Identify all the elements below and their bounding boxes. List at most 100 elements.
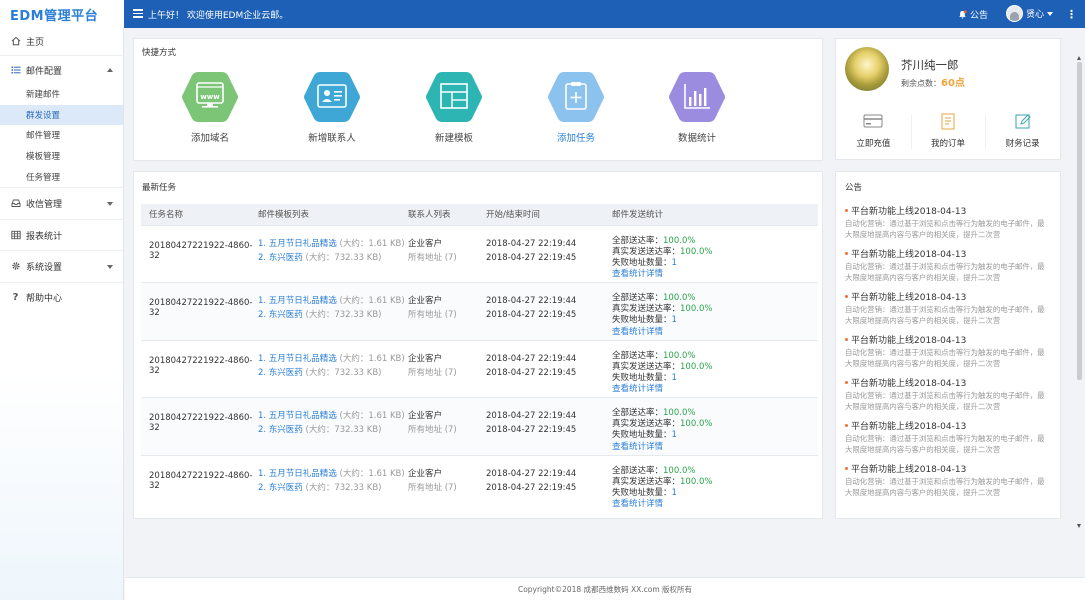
sidebar-item-receive[interactable]: 收信管理 (0, 188, 123, 220)
bar-chart-icon (668, 70, 726, 124)
column-header: 联系人列表 (408, 204, 486, 225)
announcement-item[interactable]: 平台新功能上线2018-04-13 自动化营销：通过基于浏览和点击等行为触发的电子… (845, 290, 1055, 327)
sidebar-item-home[interactable]: 主页 (0, 28, 123, 56)
template-link[interactable]: 1. 五月节日礼品精选 (258, 296, 337, 306)
my-orders-button[interactable]: 我的订单 (910, 109, 986, 154)
stat-value: 100.0% (680, 419, 713, 430)
template-link[interactable]: 2. 东兴医药 (258, 483, 303, 493)
task-name: 20180427221922-4860-32 (141, 224, 258, 283)
sidebar-item-mail-config[interactable]: 邮件配置 (0, 56, 123, 84)
template-link[interactable]: 2. 东兴医药 (258, 368, 303, 378)
stat-label: 真实发送送达率： (612, 476, 681, 487)
shortcut-label: 数据统计 (677, 133, 716, 144)
table-row: 20180427221922-4860-32 1. 五月节日礼品精选 (大约：1.… (141, 282, 818, 340)
sidebar-item-label: 系统设置 (26, 263, 63, 273)
menu-toggle-icon[interactable] (133, 9, 143, 18)
points-label: 剩余点数： (901, 79, 941, 88)
shortcut-new-template[interactable]: 新建模板 (414, 70, 494, 144)
announcement-item[interactable]: 平台新功能上线2018-04-13 自动化营销：通过基于浏览和点击等行为触发的电子… (845, 333, 1055, 370)
announcements-card: 公告 平台新功能上线2018-04-13 自动化营销：通过基于浏览和点击等行为触发… (835, 171, 1061, 519)
stat-value: 1 (671, 430, 677, 441)
sidebar-sub-mail-manage[interactable]: 邮件管理 (0, 125, 123, 146)
end-time: 2018-04-27 22:19:45 (486, 482, 577, 493)
stat-value: 100.0% (663, 235, 696, 246)
announcement-title: 平台新功能上线2018-04-13 (851, 250, 967, 260)
template-link[interactable]: 1. 五月节日礼品精选 (258, 411, 337, 421)
view-details-link[interactable]: 查看统计详情 (612, 442, 663, 452)
announcement-item[interactable]: 平台新功能上线2018-04-13 自动化营销：通过基于浏览和点击等行为触发的电子… (845, 376, 1055, 413)
template-size: (大约：1.61 KB) (339, 296, 405, 306)
template-size: (大约：732.33 KB) (305, 367, 382, 378)
view-details-link[interactable]: 查看统计详情 (612, 327, 663, 337)
template-list: 1. 五月节日礼品精选 (大约：1.61 KB) 2. 东兴医药 (大约：732.… (258, 339, 408, 398)
contact-group: 企业客户 (408, 353, 443, 364)
sidebar-sub-bulk-settings[interactable]: 群发设置 (0, 104, 123, 125)
task-name: 20180427221922-4860-32 (141, 282, 258, 340)
view-details-link[interactable]: 查看统计详情 (612, 499, 663, 509)
contact-list: 企业客户 所有地址 (7) (408, 282, 486, 340)
start-time: 2018-04-27 22:19:44 (486, 238, 577, 249)
sidebar-item-reports[interactable]: 报表统计 (0, 220, 123, 251)
tasks-table: 任务名称 邮件模板列表 联系人列表 开始/结束时间 邮件发送统计 2018042… (141, 204, 818, 513)
announcement-item[interactable]: 平台新功能上线2018-04-13 自动化营销：通过基于浏览和点击等行为触发的电子… (845, 247, 1055, 284)
logo[interactable]: EDM管理平台 (0, 0, 124, 28)
template-size: (大约：1.61 KB) (339, 238, 405, 249)
view-details-link[interactable]: 查看统计详情 (612, 269, 663, 279)
user-menu[interactable]: 贤心 (1006, 5, 1054, 22)
template-size: (大约：732.33 KB) (305, 425, 382, 435)
template-link[interactable]: 1. 五月节日礼品精选 (258, 239, 337, 249)
template-link[interactable]: 1. 五月节日礼品精选 (258, 354, 337, 364)
template-link[interactable]: 1. 五月节日礼品精选 (258, 469, 337, 479)
shortcut-add-contact[interactable]: 新增联系人 (292, 70, 372, 144)
task-name: 20180427221922-4860-32 (141, 339, 258, 398)
contact-count: 所有地址 (7) (408, 482, 457, 493)
task-name: 20180427221922-4860-32 (141, 454, 258, 513)
card-icon (863, 114, 883, 128)
sidebar-sub-task-manage[interactable]: 任务管理 (0, 166, 123, 188)
bullet-icon (845, 252, 848, 255)
bullet-icon (845, 209, 848, 212)
template-link[interactable]: 2. 东兴医药 (258, 425, 303, 435)
view-details-link[interactable]: 查看统计详情 (612, 384, 663, 394)
sidebar-item-label: 主页 (26, 38, 45, 48)
announcement-item[interactable]: 平台新功能上线2018-04-13 自动化营销：通过基于浏览和点击等行为触发的电子… (845, 204, 1055, 241)
points-value: 60点 (941, 78, 965, 89)
shortcut-add-task[interactable]: 添加任务 (536, 70, 616, 144)
contact-list: 企业客户 所有地址 (7) (408, 339, 486, 398)
footer: Copyright©2018 成都西维数码 XX.com 版权所有 (125, 577, 1085, 600)
scrollbar-thumb[interactable] (1077, 62, 1082, 380)
stat-value: 100.0% (663, 408, 696, 418)
stat-label: 失败地址数量： (612, 257, 672, 268)
stat-value: 1 (671, 257, 677, 268)
shortcuts-card: 快捷方式 www 添加域名 新增联系人 新建模板 添加任务 数据统计 (133, 38, 823, 161)
send-stats: 全部送达率：100.0% 真实发送送达率：100.0% 失败地址数量：1 查看统计详情 (612, 339, 818, 398)
shortcut-data-stats[interactable]: 数据统计 (657, 70, 737, 144)
finance-records-button[interactable]: 财务记录 (985, 109, 1060, 154)
more-icon[interactable]: ⋮ (1066, 8, 1077, 21)
stat-label: 失败地址数量： (612, 372, 672, 383)
template-size: (大约：732.33 KB) (305, 310, 382, 320)
action-label: 立即充值 (856, 139, 891, 149)
announcement-item[interactable]: 平台新功能上线2018-04-13 自动化营销：通过基于浏览和点击等行为触发的电子… (845, 419, 1055, 456)
sidebar-sub-template-manage[interactable]: 模板管理 (0, 146, 123, 167)
bell-icon (959, 10, 967, 19)
contact-card-icon (303, 70, 361, 124)
help-icon: ? (12, 292, 19, 303)
shortcut-add-domain[interactable]: www 添加域名 (170, 70, 250, 144)
announcement-item[interactable]: 平台新功能上线2018-04-13 自动化营销：通过基于浏览和点击等行为触发的电子… (845, 462, 1055, 499)
start-time: 2018-04-27 22:19:44 (486, 411, 577, 421)
sidebar-sub-new-mail[interactable]: 新建邮件 (0, 84, 123, 105)
contact-list: 企业客户 所有地址 (7) (408, 454, 486, 513)
sidebar-item-settings[interactable]: 系统设置 (0, 251, 123, 283)
send-stats: 全部送达率：100.0% 真实发送送达率：100.0% 失败地址数量：1 查看统计详情 (612, 454, 818, 513)
announcement-title: 平台新功能上线2018-04-13 (851, 207, 967, 217)
recharge-button[interactable]: 立即充值 (836, 109, 911, 154)
bullet-icon (845, 295, 848, 298)
template-size: (大约：1.61 KB) (339, 353, 405, 364)
bullet-icon (845, 424, 848, 427)
sidebar-item-help[interactable]: ? 帮助中心 (0, 283, 123, 312)
notice-link[interactable]: 公告 (958, 8, 988, 21)
template-link[interactable]: 2. 东兴医药 (258, 310, 303, 320)
column-header: 任务名称 (141, 204, 258, 225)
template-link[interactable]: 2. 东兴医药 (258, 253, 303, 263)
